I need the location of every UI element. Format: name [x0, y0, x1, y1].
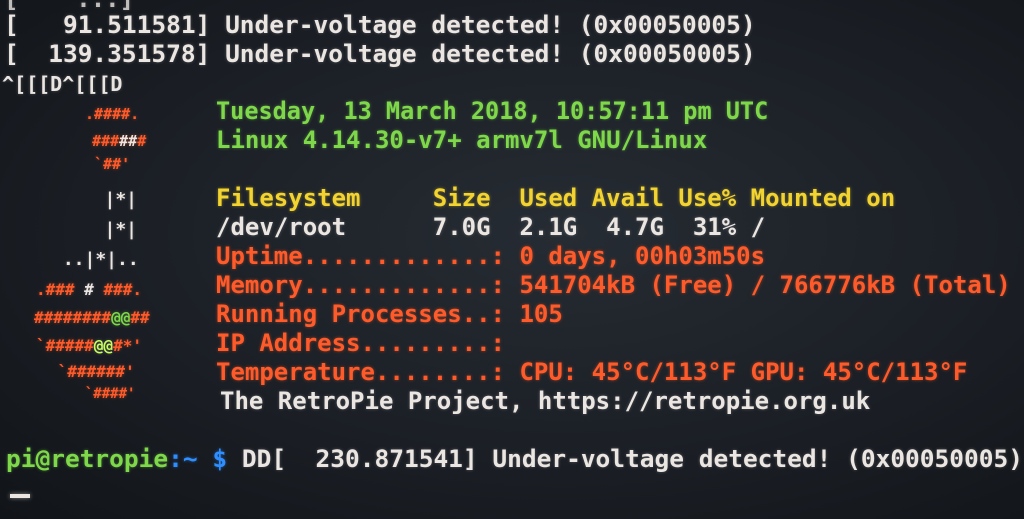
prompt-user-host: pi@retropie	[6, 445, 169, 473]
stat-uptime: Uptime.............: 0 days, 00h03m50s	[216, 243, 765, 269]
kernel-text: Linux 4.14.30-v7+ armv7l GNU/Linux	[216, 126, 708, 154]
fs-header-mounted: Mounted on	[750, 184, 896, 212]
prompt-cwd: :~	[168, 445, 198, 473]
logo-line: `#####@@#*'	[36, 336, 142, 355]
stat-value: CPU: 45°C/113°F GPU: 45°C/113°F	[519, 358, 968, 386]
fs-size: 7.0G	[432, 213, 491, 241]
stat-temperature: Temperature........: CPU: 45°C/113°F GPU…	[216, 359, 967, 385]
fs-use-percent: 31%	[692, 213, 737, 241]
terminal-screen[interactable]: [ ...] [ 91.511581] Under-voltage detect…	[0, 0, 1024, 519]
logo-line: .### # ###.	[36, 280, 142, 299]
stat-value: 0 days, 00h03m50s	[519, 242, 766, 270]
logo-line: ########@@##	[34, 308, 150, 327]
project-text: The RetroPie Project, https://retropie.o…	[220, 387, 871, 415]
stat-value: 105	[519, 300, 563, 328]
logo-line: ..|*|..	[52, 249, 139, 270]
shell-prompt-line[interactable]: pi@retropie:~ $ DD[ 230.871541] Under-vo…	[6, 446, 1023, 472]
stat-ip-address: IP Address.........:	[216, 330, 519, 356]
prompt-input[interactable]: DD[ 230.871541] Under-voltage detected! …	[242, 445, 1023, 473]
filesystem-header: Filesystem Size Used Avail Use% Mounted …	[216, 185, 895, 211]
log-line: [ 139.351578] Under-voltage detected! (0…	[4, 40, 756, 68]
fs-used: 2.1G	[519, 213, 578, 241]
logo-line: |*|	[72, 189, 159, 210]
fs-name: /dev/root	[216, 213, 347, 241]
fs-avail: 4.7G	[606, 213, 664, 241]
filesystem-row: /dev/root 7.0G 2.1G 4.7G 31% /	[216, 214, 765, 240]
logo-line: `######'	[48, 362, 154, 381]
logo-line: ######	[92, 132, 147, 150]
text-cursor	[10, 494, 30, 498]
logo-line: `##'	[76, 155, 149, 173]
log-line: [ 91.511581] Under-voltage detected! (0x…	[4, 11, 756, 39]
stat-label: Running Processes..:	[216, 300, 505, 328]
fs-mount: /	[750, 213, 766, 241]
fs-header-avail: Avail	[591, 184, 664, 212]
stat-memory: Memory.............: 541704kB (Free) / 7…	[216, 272, 1011, 298]
fs-header-used: Used	[519, 184, 578, 212]
stat-label: Temperature........:	[216, 358, 505, 386]
stat-label: Memory.............:	[216, 271, 505, 299]
prompt-symbol: $	[212, 445, 228, 473]
fs-header-size: Size	[432, 184, 491, 212]
datetime-text: Tuesday, 13 March 2018, 10:57:11 pm UTC	[216, 97, 769, 125]
stat-processes: Running Processes..: 105	[216, 301, 563, 327]
escape-sequence-line: ^[[[D^[[[D	[2, 72, 123, 96]
fs-header-filesystem: Filesystem	[216, 184, 361, 212]
stat-label: IP Address.........:	[216, 329, 505, 357]
logo-line: |*|	[72, 219, 159, 240]
stat-value: 541704kB (Free) / 766776kB (Total)	[519, 271, 1011, 299]
stat-label: Uptime.............:	[216, 242, 505, 270]
logo-line: `####'	[68, 386, 161, 402]
fs-header-use: Use%	[678, 184, 737, 212]
logo-line: .####.	[76, 105, 149, 123]
